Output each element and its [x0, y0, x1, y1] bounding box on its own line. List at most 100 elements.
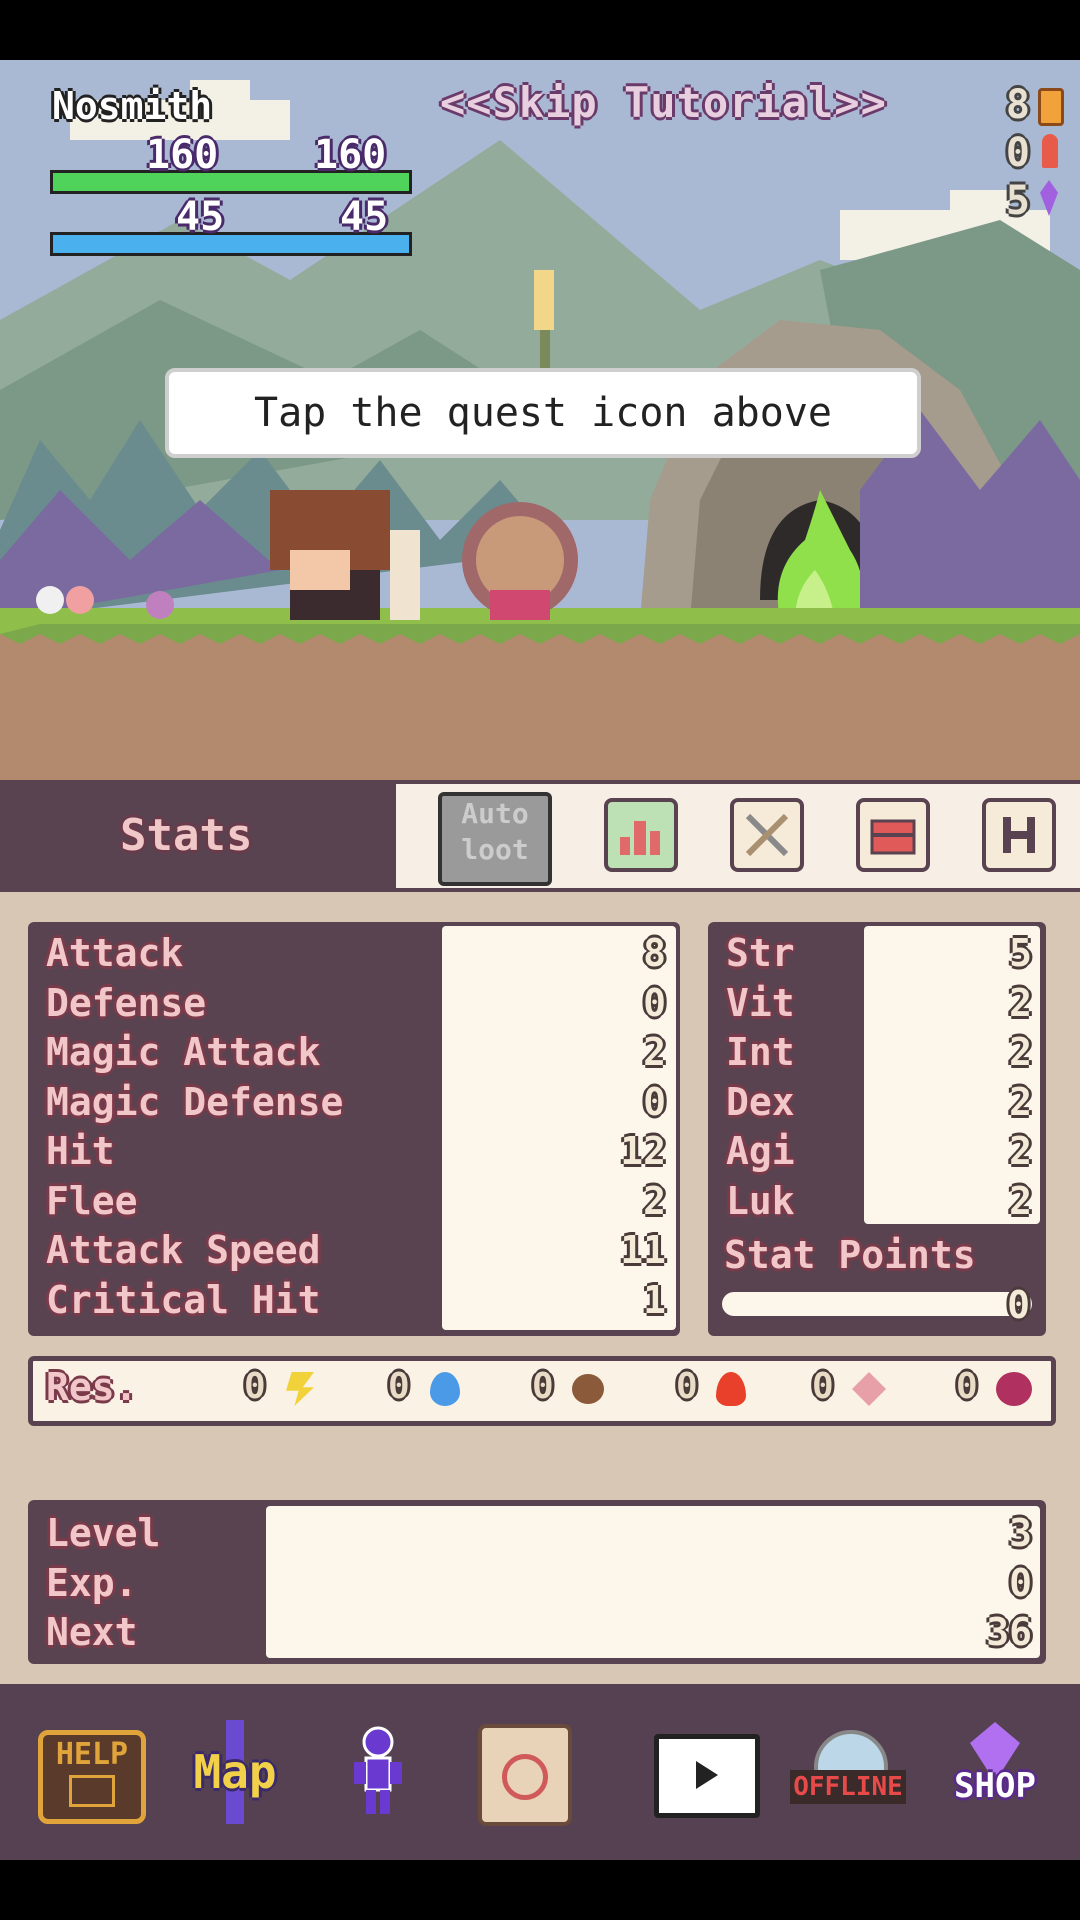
gold-coin-icon [1038, 88, 1064, 126]
gold-count: 8 [1005, 82, 1030, 128]
video-ad-button[interactable] [654, 1734, 760, 1818]
offline-button[interactable]: OFFLINE [790, 1730, 906, 1816]
attr-value: 2 [1009, 980, 1032, 1025]
level-label: Level [46, 1511, 161, 1555]
stat-row-magic-attack: Magic Attack 2 [46, 1027, 666, 1077]
combat-stats-list: Attack 8 Defense 0 Magic Attack 2 Magic Def… [46, 928, 666, 1324]
chest-icon[interactable] [856, 798, 930, 872]
attr-row-vit[interactable]: Vit 2 [726, 978, 1032, 1028]
attr-label: Agi [726, 1129, 795, 1173]
rocket-count: 0 [1005, 130, 1030, 176]
play-icon [696, 1761, 718, 1789]
attr-value: 2 [1009, 1178, 1032, 1223]
resistances-label: Res. [46, 1365, 138, 1409]
stat-label: Attack [46, 931, 184, 975]
player-name: Nosmith [52, 84, 213, 128]
stat-points-label: Stat Points [724, 1233, 976, 1277]
shop-label: SHOP [954, 1766, 1036, 1806]
quest-emblem [502, 1754, 548, 1800]
quest-scroll-icon[interactable] [478, 1724, 572, 1826]
character-icon[interactable] [350, 1726, 406, 1816]
stat-label: Flee [46, 1178, 138, 1223]
help-button[interactable]: HELP [38, 1730, 146, 1824]
level-list: Level 3 Exp. 0 Next 36 [46, 1508, 1032, 1657]
attributes-list: Str 5 Vit 2 Int 2 Dex 2 Agi 2 Luk 2 [726, 928, 1032, 1225]
mp-max: 45 [340, 194, 389, 240]
stat-points-bar [722, 1292, 1032, 1316]
res-earth-value: 0 [532, 1366, 554, 1407]
attr-label: Dex [726, 1079, 795, 1124]
attr-row-int[interactable]: Int 2 [726, 1027, 1032, 1077]
exp-label: Exp. [46, 1560, 138, 1605]
stat-value: 0 [643, 1079, 666, 1124]
next-row: Next 36 [46, 1607, 1032, 1657]
stat-value: 2 [643, 1030, 666, 1074]
stat-row-hit: Hit 12 [46, 1126, 666, 1176]
attr-label: Str [726, 931, 795, 975]
stat-row-defense: Defense 0 [46, 978, 666, 1028]
stat-value: 1 [643, 1277, 666, 1322]
attr-label: Vit [726, 980, 795, 1025]
exp-row: Exp. 0 [46, 1558, 1032, 1608]
stat-points-value: 0 [1007, 1283, 1030, 1327]
earth-icon [572, 1374, 604, 1404]
exp-value: 0 [1009, 1560, 1032, 1605]
stat-value: 12 [620, 1129, 666, 1173]
hp-max: 160 [314, 132, 387, 178]
mp-current: 45 [176, 194, 225, 240]
attr-value: 2 [1009, 1030, 1032, 1074]
stat-label: Magic Defense [46, 1079, 344, 1124]
stat-value: 2 [643, 1178, 666, 1223]
shop-button[interactable]: SHOP [942, 1722, 1048, 1818]
attr-row-str[interactable]: Str 5 [726, 928, 1032, 978]
next-label: Next [46, 1610, 138, 1654]
rocket-icon [1042, 134, 1058, 168]
stat-value: 8 [643, 931, 666, 975]
res-fire-value: 0 [676, 1366, 698, 1407]
auto-loot-label-1: Auto [461, 797, 529, 830]
attr-value: 5 [1009, 931, 1032, 975]
stat-label: Defense [46, 980, 207, 1025]
stat-label: Hit [46, 1129, 115, 1173]
tutorial-speech-bubble: Tap the quest icon above [165, 368, 921, 458]
gem-count: 5 [1005, 178, 1030, 224]
game-scene: Nosmith 160 160 45 45 <<Skip Tutorial>> … [0, 60, 1080, 780]
stat-label: Attack Speed [46, 1228, 321, 1272]
attr-label: Luk [726, 1178, 795, 1223]
attr-label: Int [726, 1030, 795, 1074]
attr-row-agi[interactable]: Agi 2 [726, 1126, 1032, 1176]
hp-current: 160 [146, 132, 219, 178]
next-value: 36 [986, 1610, 1032, 1654]
auto-loot-label-2: loot [461, 833, 529, 866]
res-water-value: 0 [388, 1366, 410, 1407]
stat-label: Critical Hit [46, 1277, 321, 1322]
res-holy-value: 0 [812, 1366, 834, 1407]
map-button[interactable]: Map [180, 1720, 290, 1824]
stats-chart-icon[interactable] [604, 798, 678, 872]
attr-value: 2 [1009, 1129, 1032, 1173]
water-drop-icon [430, 1372, 460, 1406]
auto-loot-button[interactable]: Auto loot [438, 792, 552, 886]
res-lightning-value: 0 [244, 1366, 266, 1407]
level-row: Level 3 [46, 1508, 1032, 1558]
attr-row-luk[interactable]: Luk 2 [726, 1176, 1032, 1226]
h-icon[interactable] [982, 798, 1056, 872]
tab-title: Stats [120, 810, 253, 861]
swords-icon[interactable] [730, 798, 804, 872]
help-label: HELP [55, 1737, 129, 1772]
level-value: 3 [1009, 1511, 1032, 1555]
skip-tutorial-button[interactable]: <<Skip Tutorial>> [440, 78, 887, 127]
stat-row-flee: Flee 2 [46, 1176, 666, 1226]
stat-value: 0 [643, 980, 666, 1025]
offline-label: OFFLINE [790, 1770, 906, 1804]
attr-row-dex[interactable]: Dex 2 [726, 1077, 1032, 1127]
stat-label: Magic Attack [46, 1030, 321, 1074]
stat-row-critical-hit: Critical Hit 1 [46, 1275, 666, 1325]
res-dark-value: 0 [956, 1366, 978, 1407]
dark-icon [996, 1372, 1032, 1406]
stat-row-magic-defense: Magic Defense 0 [46, 1077, 666, 1127]
stat-row-attack-speed: Attack Speed 11 [46, 1225, 666, 1275]
map-label: Map [193, 1745, 277, 1799]
stat-row-attack: Attack 8 [46, 928, 666, 978]
attr-value: 2 [1009, 1079, 1032, 1124]
